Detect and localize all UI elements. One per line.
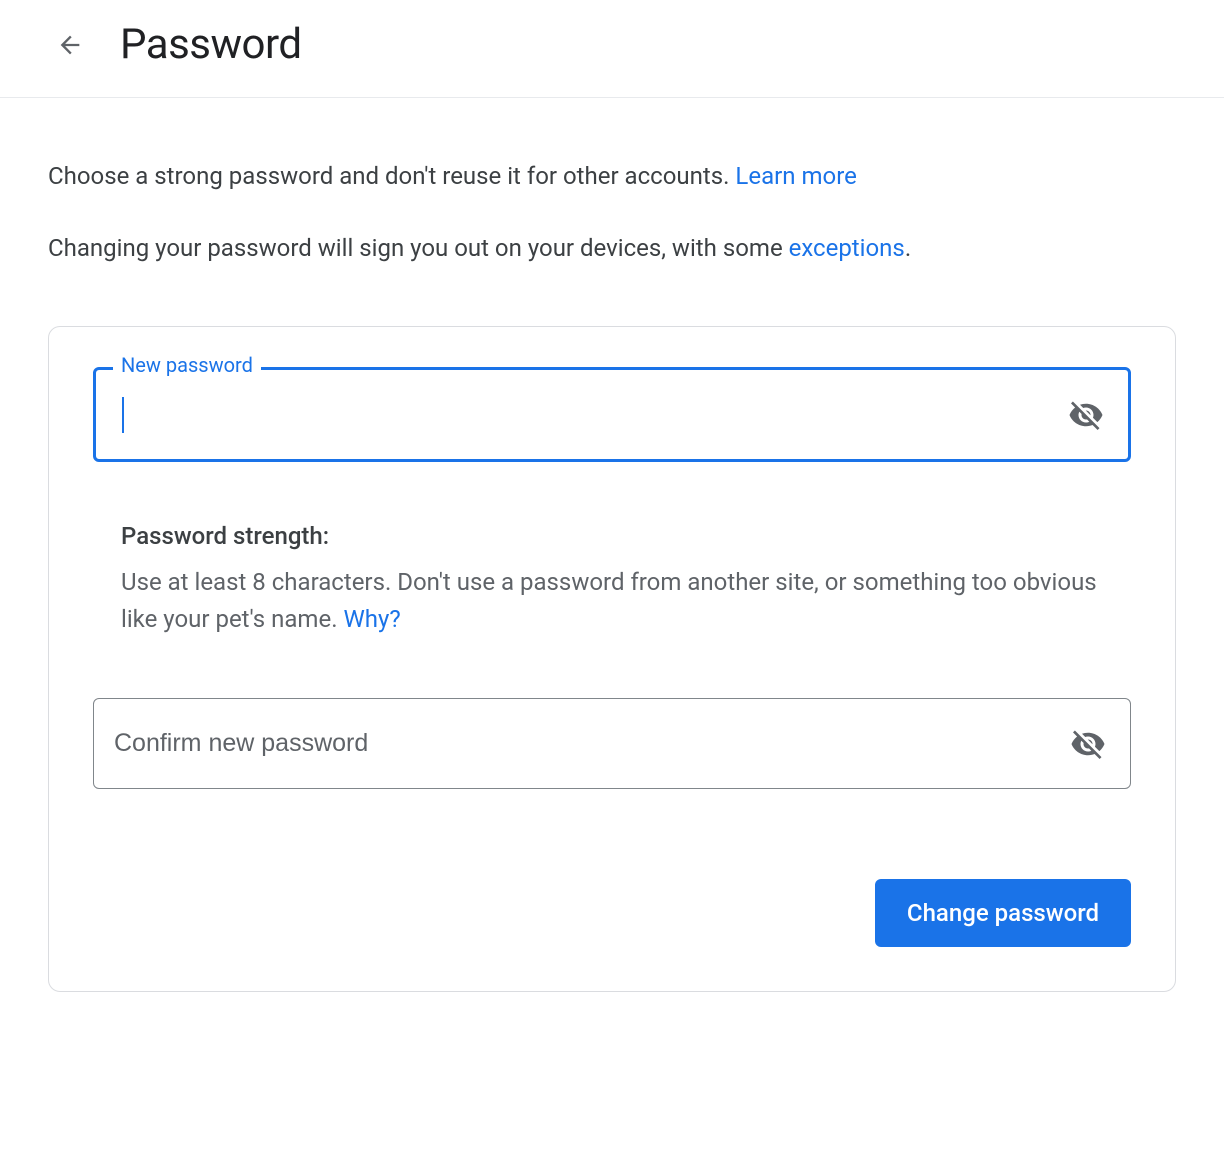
confirm-password-input[interactable] [94,699,1046,788]
password-strength-hint: Use at least 8 characters. Don't use a p… [121,564,1103,638]
exceptions-link[interactable]: exceptions [789,234,905,262]
intro-line-1-text: Choose a strong password and don't reuse… [48,162,735,190]
form-actions: Change password [93,879,1131,947]
new-password-container [93,367,1131,462]
password-card: New password Password strength: Use at l… [48,326,1176,992]
back-button[interactable] [48,23,92,67]
intro-line-1: Choose a strong password and don't reuse… [48,158,1176,194]
page-header: Password [0,0,1224,98]
content-area: Choose a strong password and don't reuse… [0,98,1224,1040]
visibility-off-icon [1068,397,1104,433]
change-password-button[interactable]: Change password [875,879,1131,947]
new-password-label: New password [113,353,261,377]
password-strength-section: Password strength: Use at least 8 charac… [93,522,1131,638]
visibility-off-icon [1070,726,1106,762]
intro-line-2-text: Changing your password will sign you out… [48,234,789,262]
password-strength-title: Password strength: [121,522,1103,550]
text-cursor [122,397,124,433]
confirm-password-visibility-toggle[interactable] [1046,710,1130,778]
page-title: Password [120,20,302,69]
new-password-input[interactable] [96,370,1044,459]
confirm-password-field-wrapper [93,698,1131,789]
why-link[interactable]: Why? [343,605,400,633]
new-password-visibility-toggle[interactable] [1044,381,1128,449]
new-password-field-wrapper: New password [93,367,1131,462]
intro-line-2: Changing your password will sign you out… [48,230,1176,266]
learn-more-link[interactable]: Learn more [735,162,856,190]
confirm-password-container [93,698,1131,789]
arrow-left-icon [56,31,84,59]
strength-hint-text: Use at least 8 characters. Don't use a p… [121,568,1097,633]
intro-line-2-post: . [905,234,911,262]
